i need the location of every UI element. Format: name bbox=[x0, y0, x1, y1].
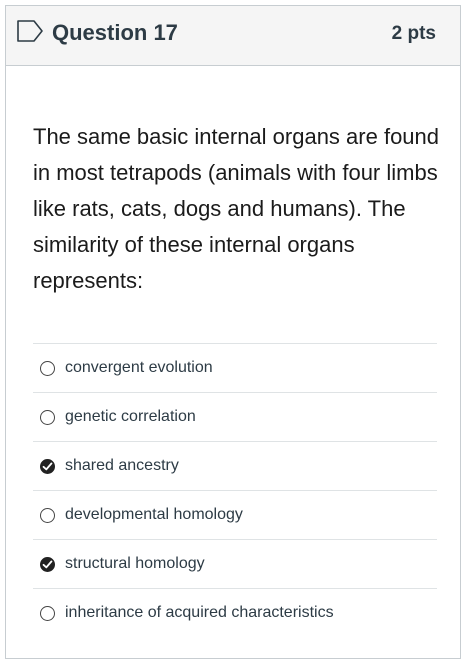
question-header: Question 17 2 pts bbox=[6, 6, 460, 66]
answer-label: structural homology bbox=[65, 555, 205, 572]
flag-icon[interactable] bbox=[16, 19, 44, 43]
answer-list: convergent evolution genetic correlation… bbox=[33, 343, 437, 637]
checkbox[interactable] bbox=[40, 360, 55, 376]
answer-option-convergent-evolution[interactable]: convergent evolution bbox=[33, 344, 437, 393]
question-card: Question 17 2 pts The same basic interna… bbox=[5, 5, 461, 659]
checkmark-icon bbox=[42, 560, 53, 568]
checkbox[interactable] bbox=[40, 458, 55, 474]
answer-label: convergent evolution bbox=[65, 359, 213, 376]
checkbox[interactable] bbox=[40, 409, 55, 425]
question-points: 2 pts bbox=[391, 23, 436, 44]
checkmark-icon bbox=[42, 462, 53, 470]
answer-label: genetic correlation bbox=[65, 408, 196, 425]
answer-label: developmental homology bbox=[65, 506, 243, 523]
checkbox[interactable] bbox=[40, 507, 55, 523]
answer-label: inheritance of acquired characteristics bbox=[65, 604, 334, 621]
answer-option-shared-ancestry[interactable]: shared ancestry bbox=[33, 442, 437, 491]
answer-label: shared ancestry bbox=[65, 457, 179, 474]
question-text: The same basic internal organs are found… bbox=[33, 124, 440, 293]
answer-option-structural-homology[interactable]: structural homology bbox=[33, 540, 437, 589]
answer-option-inheritance-of-acquired-characteristics[interactable]: inheritance of acquired characteristics bbox=[33, 589, 437, 637]
answer-option-developmental-homology[interactable]: developmental homology bbox=[33, 491, 437, 540]
question-title: Question 17 bbox=[52, 20, 178, 45]
checkbox[interactable] bbox=[40, 605, 55, 621]
checkbox[interactable] bbox=[40, 556, 55, 572]
answer-option-genetic-correlation[interactable]: genetic correlation bbox=[33, 393, 437, 442]
